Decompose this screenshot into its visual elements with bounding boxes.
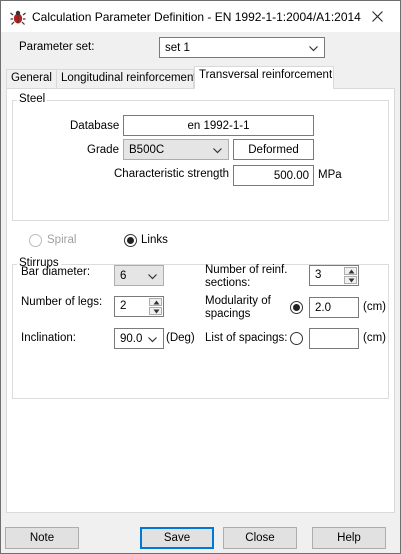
close-button-label: Close — [245, 532, 275, 544]
num-legs-value: 2 — [120, 300, 127, 312]
num-sections-spinner[interactable]: 3 — [309, 265, 359, 286]
strength-unit-label: MPa — [318, 169, 342, 181]
close-button[interactable]: Close — [223, 527, 297, 549]
spiral-label: Spiral — [47, 234, 77, 246]
modularity-value: 2.0 — [315, 301, 331, 314]
list-of-spacings-field[interactable] — [309, 328, 359, 349]
tab-longitudinal-reinforcement[interactable]: Longitudinal reinforcement — [56, 69, 197, 89]
spin-up-button[interactable] — [344, 267, 357, 275]
characteristic-strength-value: 500.00 — [273, 169, 309, 182]
characteristic-strength-field[interactable]: 500.00 — [233, 165, 314, 186]
bar-diameter-dropdown[interactable]: 6 — [114, 265, 164, 286]
spin-down-button[interactable] — [344, 276, 357, 284]
transversal-reinforcement-panel: Steel Database en 1992-1-1 Grade B500C D… — [6, 88, 395, 513]
help-button[interactable]: Help — [312, 527, 386, 549]
list-of-spacings-label: List of spacings: — [205, 332, 288, 344]
bar-diameter-label: Bar diameter: — [21, 266, 91, 278]
inclination-value: 90.0 — [120, 332, 143, 345]
num-legs-spin-buttons — [149, 298, 162, 315]
save-button-label: Save — [163, 532, 191, 544]
grade-value: B500C — [129, 143, 165, 156]
arrow-up-icon — [348, 269, 355, 274]
database-field: en 1992-1-1 — [123, 115, 314, 136]
close-window-icon[interactable] — [355, 1, 400, 31]
note-button[interactable]: Note — [5, 527, 79, 549]
chevron-down-icon — [213, 148, 222, 154]
tab-transversal-reinforcement[interactable]: Transversal reinforcement — [194, 66, 334, 89]
modularity-label-line1: Modularity of — [205, 295, 271, 307]
num-legs-label: Number of legs: — [21, 296, 103, 308]
grade-dropdown[interactable]: B500C — [123, 139, 229, 160]
tab-general[interactable]: General — [6, 69, 57, 89]
steel-type-value: Deformed — [248, 143, 299, 156]
window-title: Calculation Parameter Definition - EN 19… — [32, 10, 361, 24]
tab-longitudinal-label: Longitudinal reinforcement — [61, 72, 197, 84]
num-legs-spinner[interactable]: 2 — [114, 296, 164, 317]
parameter-set-value: set 1 — [165, 41, 190, 54]
list-of-spacings-unit: (cm) — [363, 332, 386, 344]
bar-diameter-value: 6 — [120, 269, 127, 282]
chevron-down-icon — [148, 337, 157, 343]
chevron-down-icon — [148, 274, 157, 280]
spiral-radio[interactable] — [29, 234, 42, 247]
links-label: Links — [141, 234, 168, 246]
modularity-field[interactable]: 2.0 — [309, 297, 359, 318]
database-label: Database — [70, 120, 120, 132]
spin-down-button[interactable] — [149, 307, 162, 315]
links-radio-dot — [127, 237, 134, 244]
chevron-down-icon — [309, 46, 318, 52]
title-bar[interactable]: Calculation Parameter Definition - EN 19… — [1, 1, 400, 32]
characteristic-strength-label: Characteristic strength — [114, 168, 230, 180]
modularity-unit: (cm) — [363, 301, 386, 313]
save-button[interactable]: Save — [140, 527, 214, 549]
parameter-set-dropdown[interactable]: set 1 — [159, 37, 325, 58]
num-sections-spin-buttons — [344, 267, 357, 284]
note-button-label: Note — [29, 532, 55, 544]
inclination-unit: (Deg) — [166, 332, 195, 344]
grade-label: Grade — [87, 144, 119, 156]
modularity-label-line2: spacings — [205, 308, 251, 320]
tab-transversal-label: Transversal reinforcement — [199, 69, 333, 81]
modularity-radio[interactable] — [290, 301, 303, 314]
steel-type-field: Deformed — [233, 139, 314, 160]
arrow-down-icon — [153, 309, 160, 314]
steel-group-title: Steel — [17, 93, 48, 105]
modularity-radio-dot — [293, 304, 300, 311]
num-sections-value: 3 — [315, 269, 322, 281]
inclination-label: Inclination: — [21, 332, 76, 344]
dialog-window: Calculation Parameter Definition - EN 19… — [0, 0, 401, 554]
inclination-dropdown[interactable]: 90.0 — [114, 328, 164, 349]
num-sections-label-line2: sections: — [205, 277, 251, 289]
tab-general-label: General — [11, 72, 52, 84]
arrow-up-icon — [153, 300, 160, 305]
num-sections-label-line1: Number of reinf. — [205, 264, 288, 276]
database-value: en 1992-1-1 — [187, 119, 250, 132]
help-button-label: Help — [337, 532, 361, 544]
links-radio[interactable] — [124, 234, 137, 247]
spin-up-button[interactable] — [149, 298, 162, 306]
list-of-spacings-radio[interactable] — [290, 332, 303, 345]
parameter-set-label: Parameter set: — [19, 41, 95, 53]
arrow-down-icon — [348, 278, 355, 283]
app-bug-icon — [10, 9, 26, 25]
